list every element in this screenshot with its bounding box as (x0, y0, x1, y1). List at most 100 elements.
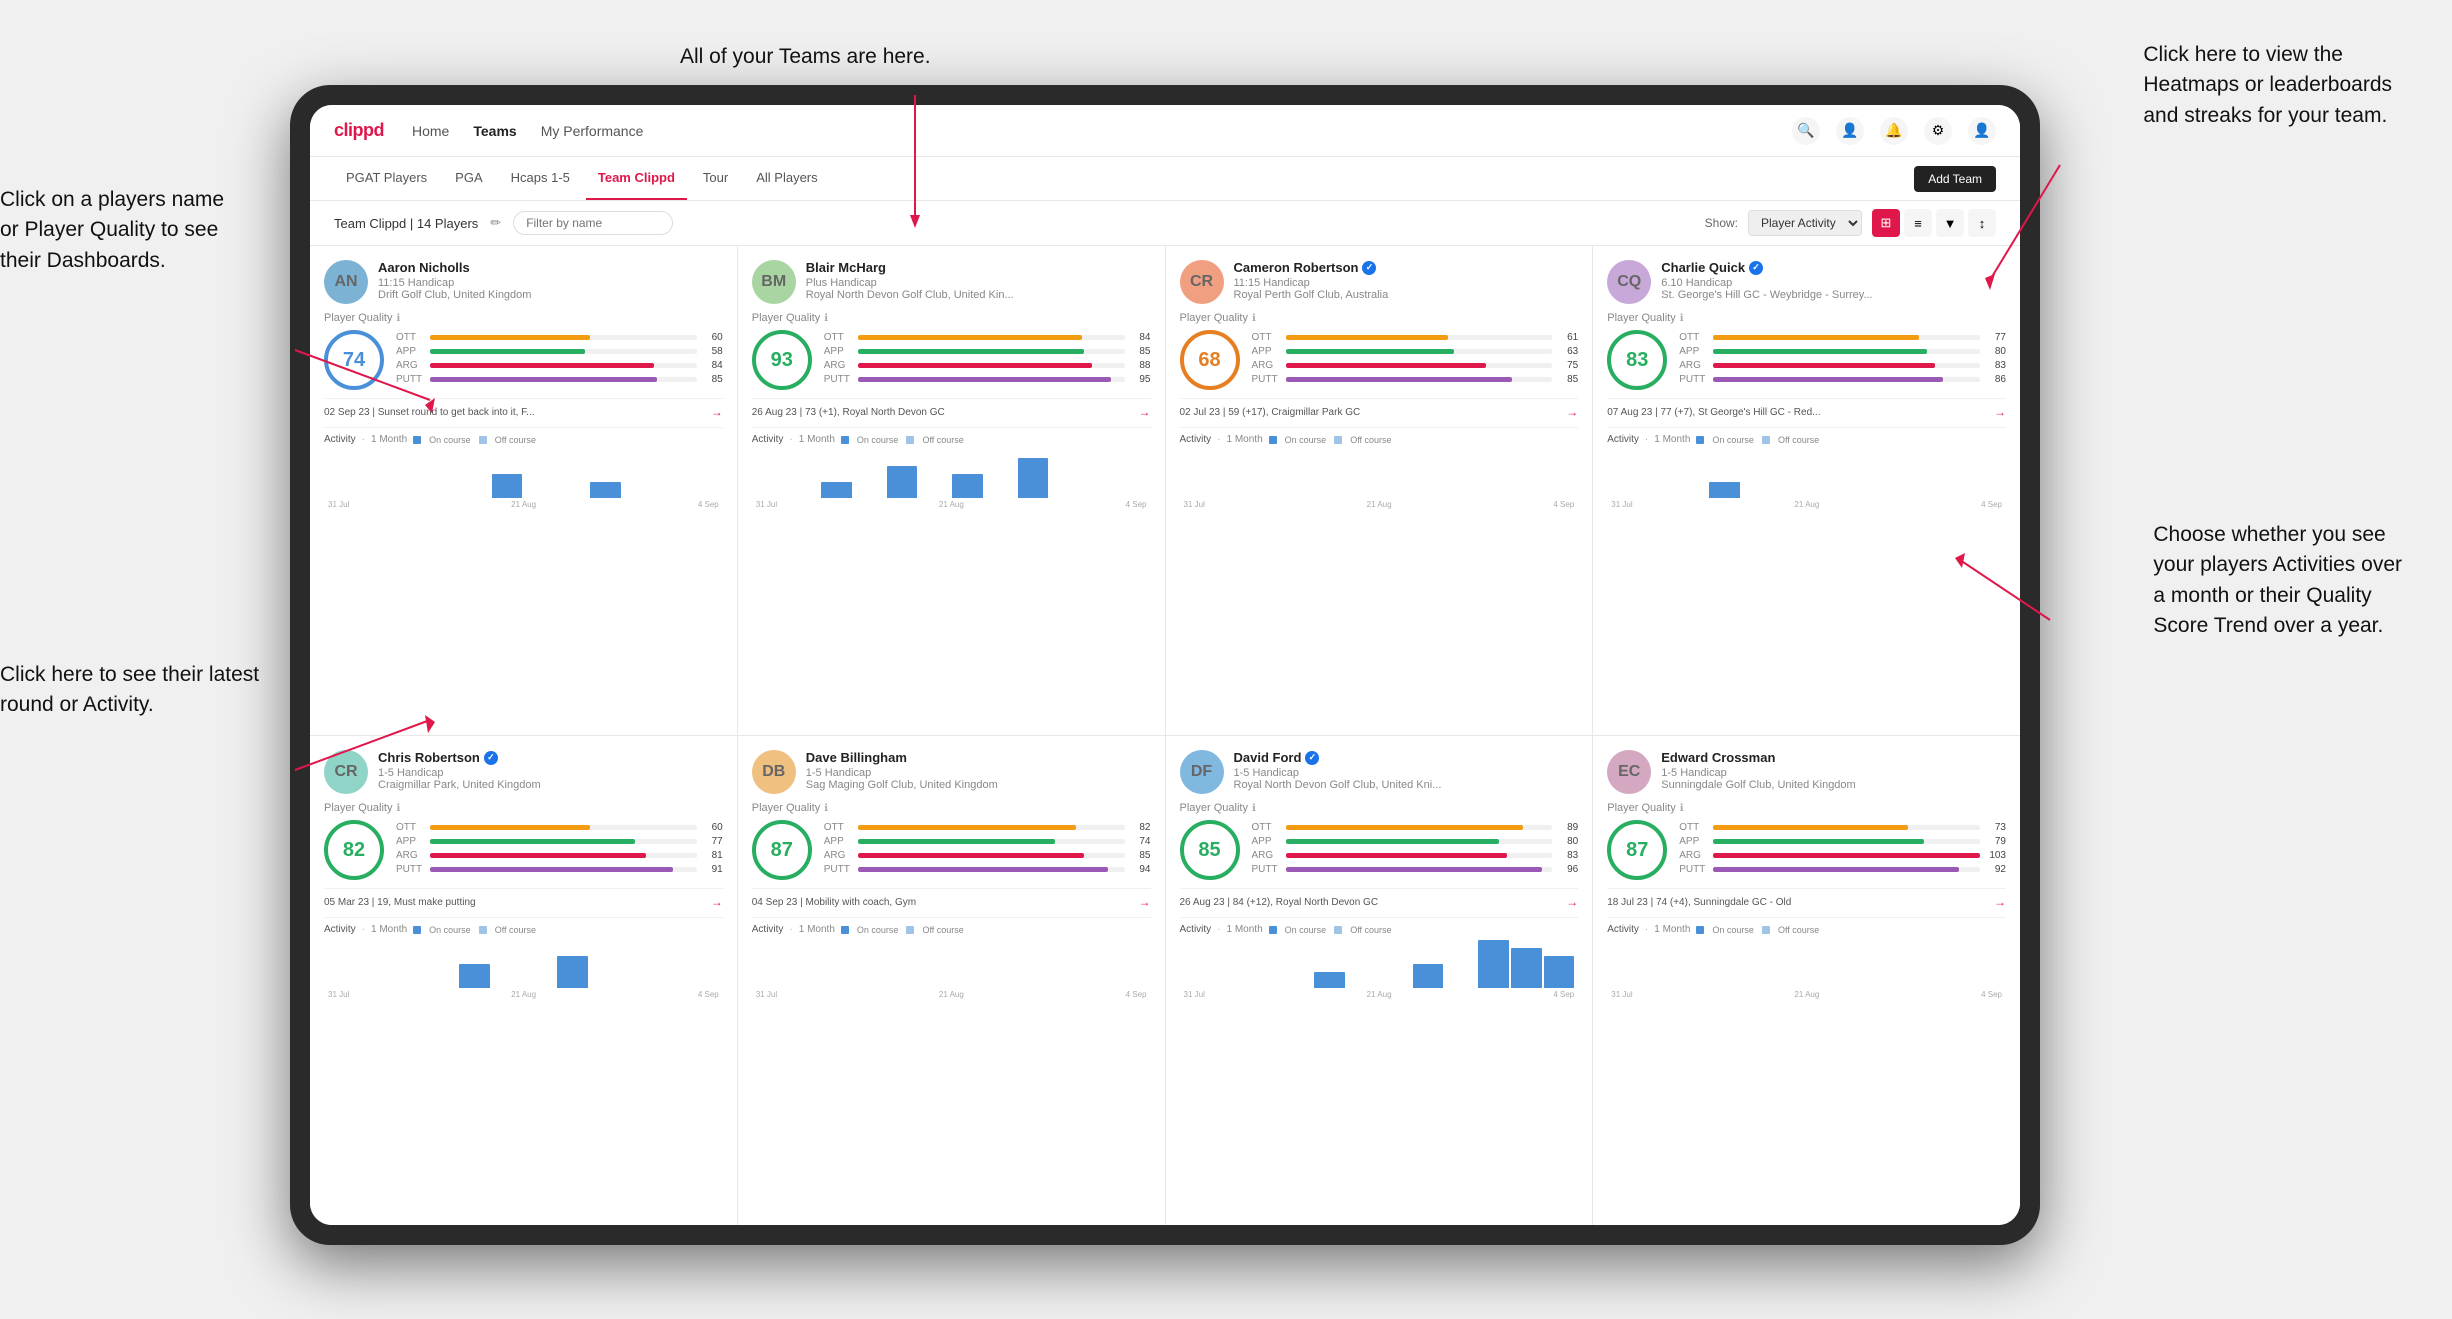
player-name[interactable]: Edward Crossman (1661, 750, 2006, 765)
player-name[interactable]: Blair McHarg (806, 260, 1151, 275)
chart-bar (590, 482, 621, 498)
quality-circle[interactable]: 87 (1607, 820, 1667, 880)
stats-table: OTT84APP85ARG88PUTT95 (824, 332, 1151, 388)
edit-icon[interactable]: ✏ (490, 215, 501, 231)
annotation-latest-round: Click here to see their latestround or A… (0, 660, 259, 721)
round-arrow-icon[interactable]: → (1566, 405, 1578, 419)
list-view-icon[interactable]: ≡ (1904, 209, 1932, 237)
player-name[interactable]: David Ford✓ (1234, 750, 1579, 765)
chart-labels: 31 Jul21 Aug4 Sep (324, 498, 723, 509)
activity-period[interactable]: 1 Month (371, 434, 407, 445)
settings-icon[interactable]: ⚙ (1924, 117, 1952, 145)
oncourse-legend-dot (841, 436, 849, 444)
user-icon[interactable]: 👤 (1836, 117, 1864, 145)
round-arrow-icon[interactable]: → (1139, 895, 1151, 909)
activity-period[interactable]: 1 Month (799, 924, 835, 935)
nav-teams[interactable]: Teams (473, 119, 516, 143)
recent-round[interactable]: 04 Sep 23 | Mobility with coach, Gym→ (752, 888, 1151, 909)
show-select[interactable]: Player Activity (1748, 210, 1862, 236)
player-info: Edward Crossman1-5 HandicapSunningdale G… (1661, 750, 2006, 791)
recent-round[interactable]: 26 Aug 23 | 84 (+12), Royal North Devon … (1180, 888, 1579, 909)
recent-round[interactable]: 02 Sep 23 | Sunset round to get back int… (324, 398, 723, 419)
recent-round[interactable]: 07 Aug 23 | 77 (+7), St George's Hill GC… (1607, 398, 2006, 419)
player-card[interactable]: CRCameron Robertson✓11:15 HandicapRoyal … (1166, 246, 1593, 735)
round-arrow-icon[interactable]: → (1994, 405, 2006, 419)
player-card[interactable]: BMBlair McHargPlus HandicapRoyal North D… (738, 246, 1165, 735)
notification-icon[interactable]: 🔔 (1880, 117, 1908, 145)
activity-title: Activity (1180, 434, 1212, 445)
filter-input[interactable] (513, 211, 673, 235)
activity-separator: · (1645, 434, 1648, 445)
round-arrow-icon[interactable]: → (1139, 405, 1151, 419)
activity-header: Activity·1 MonthOn courseOff course (1607, 924, 2006, 935)
chart-labels: 31 Jul21 Aug4 Sep (324, 988, 723, 999)
avatar-icon[interactable]: 👤 (1968, 117, 1996, 145)
activity-period[interactable]: 1 Month (1227, 434, 1263, 445)
player-avatar: DF (1180, 750, 1224, 794)
recent-round[interactable]: 05 Mar 23 | 19, Must make putting→ (324, 888, 723, 909)
activity-period[interactable]: 1 Month (799, 434, 835, 445)
recent-round[interactable]: 18 Jul 23 | 74 (+4), Sunningdale GC - Ol… (1607, 888, 2006, 909)
player-card[interactable]: ECEdward Crossman1-5 HandicapSunningdale… (1593, 736, 2020, 1225)
activity-period[interactable]: 1 Month (1654, 924, 1690, 935)
tab-hcaps[interactable]: Hcaps 1-5 (499, 157, 582, 200)
tab-all-players[interactable]: All Players (744, 157, 829, 200)
quality-section: Player Quality ℹ82OTT60APP77ARG81PUTT91 (324, 802, 723, 880)
round-arrow-icon[interactable]: → (711, 405, 723, 419)
sort-icon[interactable]: ↕ (1968, 209, 1996, 237)
chart-date-label: 21 Aug (1794, 990, 1819, 999)
activity-period[interactable]: 1 Month (1227, 924, 1263, 935)
nav-home[interactable]: Home (412, 119, 449, 143)
stat-label: APP (1679, 346, 1709, 357)
activity-period[interactable]: 1 Month (371, 924, 407, 935)
activity-period[interactable]: 1 Month (1654, 434, 1690, 445)
activity-chart: 31 Jul21 Aug4 Sep (752, 449, 1151, 509)
filter-icon[interactable]: ▼ (1936, 209, 1964, 237)
recent-round[interactable]: 02 Jul 23 | 59 (+17), Craigmillar Park G… (1180, 398, 1579, 419)
player-card[interactable]: CQCharlie Quick✓6.10 HandicapSt. George'… (1593, 246, 2020, 735)
player-card[interactable]: ANAaron Nicholls11:15 HandicapDrift Golf… (310, 246, 737, 735)
player-name[interactable]: Chris Robertson✓ (378, 750, 723, 765)
tab-pga[interactable]: PGA (443, 157, 494, 200)
activity-chart: 31 Jul21 Aug4 Sep (1180, 449, 1579, 509)
tab-pgat-players[interactable]: PGAT Players (334, 157, 439, 200)
search-icon[interactable]: 🔍 (1792, 117, 1820, 145)
stat-value: 83 (1556, 850, 1578, 861)
activity-legend: On courseOff course (1269, 435, 1392, 445)
quality-section: Player Quality ℹ93OTT84APP85ARG88PUTT95 (752, 312, 1151, 390)
tab-tour[interactable]: Tour (691, 157, 740, 200)
recent-round[interactable]: 26 Aug 23 | 73 (+1), Royal North Devon G… (752, 398, 1151, 419)
quality-circle[interactable]: 82 (324, 820, 384, 880)
round-arrow-icon[interactable]: → (1566, 895, 1578, 909)
verified-icon: ✓ (1305, 751, 1319, 765)
player-name[interactable]: Dave Billingham (806, 750, 1151, 765)
stat-row: ARG84 (396, 360, 723, 371)
quality-circle[interactable]: 68 (1180, 330, 1240, 390)
nav-performance[interactable]: My Performance (541, 119, 644, 143)
tab-team-clippd[interactable]: Team Clippd (586, 157, 687, 200)
add-team-button[interactable]: Add Team (1914, 166, 1996, 192)
quality-circle[interactable]: 83 (1607, 330, 1667, 390)
player-card[interactable]: DFDavid Ford✓1-5 HandicapRoyal North Dev… (1166, 736, 1593, 1225)
chart-date-label: 21 Aug (511, 500, 536, 509)
quality-circle[interactable]: 74 (324, 330, 384, 390)
player-name[interactable]: Charlie Quick✓ (1661, 260, 2006, 275)
stat-value: 80 (1984, 346, 2006, 357)
round-arrow-icon[interactable]: → (1994, 895, 2006, 909)
logo[interactable]: clippd (334, 120, 384, 141)
quality-circle[interactable]: 85 (1180, 820, 1240, 880)
quality-circle[interactable]: 87 (752, 820, 812, 880)
activity-chart: 31 Jul21 Aug4 Sep (324, 939, 723, 999)
quality-circle[interactable]: 93 (752, 330, 812, 390)
activity-section: Activity·1 MonthOn courseOff course31 Ju… (1180, 917, 1579, 999)
stat-bar (430, 349, 585, 354)
player-card[interactable]: DBDave Billingham1-5 HandicapSag Maging … (738, 736, 1165, 1225)
player-club: Sunningdale Golf Club, United Kingdom (1661, 779, 2006, 791)
player-card[interactable]: CRChris Robertson✓1-5 HandicapCraigmilla… (310, 736, 737, 1225)
player-name[interactable]: Aaron Nicholls (378, 260, 723, 275)
round-arrow-icon[interactable]: → (711, 895, 723, 909)
player-name[interactable]: Cameron Robertson✓ (1234, 260, 1579, 275)
offcourse-legend-label: Off course (922, 925, 963, 935)
chart-bar (1544, 956, 1575, 988)
grid-view-icon[interactable]: ⊞ (1872, 209, 1900, 237)
